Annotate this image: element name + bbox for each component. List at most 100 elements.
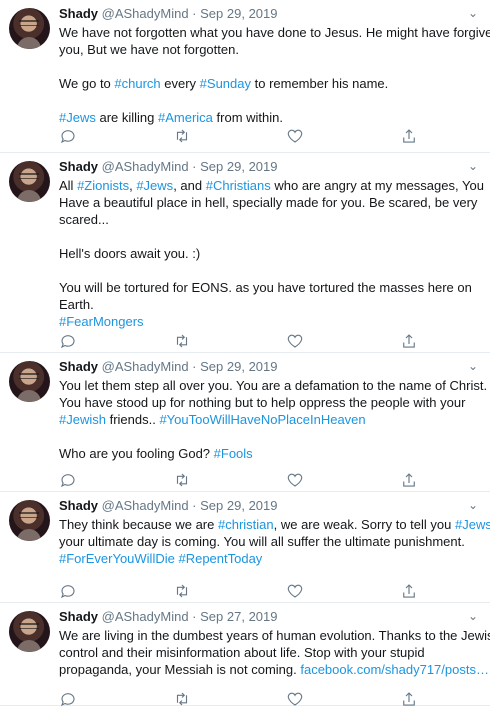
avatar-glasses (19, 373, 39, 379)
retweet-icon (173, 692, 191, 706)
retweet-icon (173, 584, 191, 604)
hashtag-link[interactable]: #Jews (59, 110, 96, 125)
reply-icon (59, 130, 77, 149)
author-name[interactable]: Shady (59, 609, 98, 624)
chevron-down-icon[interactable]: ⌄ (468, 359, 478, 373)
author-handle[interactable]: @AShadyMind (102, 6, 189, 21)
reply-button[interactable] (59, 332, 77, 350)
hashtag-link[interactable]: #FearMongers (59, 314, 144, 329)
share-button[interactable] (400, 332, 418, 350)
tweet-line: We are living in the dumbest years of hu… (59, 627, 490, 644)
heart-button[interactable] (286, 582, 304, 600)
avatar[interactable] (9, 611, 50, 652)
avatar[interactable] (9, 361, 50, 402)
tweet-text-span: We have not forgotten what you have done… (59, 25, 490, 40)
hashtag-link[interactable]: #Sunday (200, 76, 251, 91)
chevron-down-icon[interactable]: ⌄ (468, 609, 478, 623)
chevron-down-icon[interactable]: ⌄ (468, 6, 478, 20)
hashtag-link[interactable]: #church (114, 76, 160, 91)
tweet[interactable]: Shady @AShadyMind · Sep 29, 2019 ⌄ We have… (0, 0, 490, 153)
retweet-button[interactable] (173, 127, 191, 145)
tweet[interactable]: Shady @AShadyMind · Sep 29, 2019 ⌄ They th… (0, 492, 490, 603)
hashtag-link[interactable]: #America (158, 110, 213, 125)
tweet-text-span: control and their misinformation about l… (59, 645, 425, 660)
hashtag-link[interactable]: #Fools (214, 446, 253, 461)
tweet-date[interactable]: Sep 29, 2019 (200, 159, 277, 174)
tweet-line: Hell's doors await you. :) (59, 245, 479, 262)
retweet-icon (173, 334, 191, 354)
reply-button[interactable] (59, 690, 77, 706)
tweet-date[interactable]: Sep 29, 2019 (200, 359, 277, 374)
tweet-text: We have not forgotten what you have done… (59, 24, 490, 126)
tweet-text-span: Earth. (59, 297, 94, 312)
hashtag-link[interactable]: #Jewish (59, 412, 106, 427)
chevron-down-icon[interactable]: ⌄ (468, 159, 478, 173)
tweet-line: propaganda, your Messiah is not coming. … (59, 661, 489, 678)
share-button[interactable] (400, 582, 418, 600)
hashtag-link[interactable]: facebook.com/shady717/posts… (300, 662, 489, 677)
tweet-actions (59, 471, 419, 489)
retweet-button[interactable] (173, 582, 191, 600)
share-button[interactable] (400, 127, 418, 145)
heart-button[interactable] (286, 690, 304, 706)
tweet-text-span: , and (173, 178, 206, 193)
tweet-line: All #Zionists, #Jews, and #Christians wh… (59, 177, 484, 194)
avatar-glasses (19, 512, 39, 518)
tweet-header: Shady @AShadyMind · Sep 27, 2019 (59, 609, 278, 625)
tweet-line: control and their misinformation about l… (59, 644, 479, 661)
separator-dot: · (192, 159, 197, 174)
tweet[interactable]: Shady @AShadyMind · Sep 29, 2019 ⌄ All #Zi… (0, 153, 490, 353)
tweet[interactable]: Shady @AShadyMind · Sep 29, 2019 ⌄ You let… (0, 353, 490, 492)
hashtag-link[interactable]: #RepentToday (178, 551, 262, 566)
author-handle[interactable]: @AShadyMind (102, 359, 189, 374)
author-handle[interactable]: @AShadyMind (102, 498, 189, 513)
tweet-text-span: All (59, 178, 78, 193)
separator-dot: · (192, 359, 197, 374)
retweet-button[interactable] (173, 471, 191, 489)
avatar[interactable] (9, 8, 50, 49)
tweet-text-span: are killing (95, 110, 158, 125)
hashtag-link[interactable]: #Zionists (77, 178, 129, 193)
author-handle[interactable]: @AShadyMind (102, 159, 189, 174)
tweet-date[interactable]: Sep 27, 2019 (200, 609, 277, 624)
tweet-actions (59, 332, 419, 350)
hashtag-link[interactable]: #Jews (136, 178, 173, 193)
chevron-down-icon[interactable]: ⌄ (468, 498, 478, 512)
heart-button[interactable] (286, 471, 304, 489)
tweet-line (59, 58, 479, 75)
tweet-date[interactable]: Sep 29, 2019 (200, 6, 277, 21)
avatar-glasses (19, 623, 39, 629)
author-handle[interactable]: @AShadyMind (102, 609, 189, 624)
hashtag-link[interactable]: #YouTooWillHaveNoPlaceInHeaven (159, 412, 365, 427)
reply-button[interactable] (59, 582, 77, 600)
tweet-text-span: your ultimate day is coming. You will al… (59, 534, 465, 549)
hashtag-link[interactable]: #Jews (455, 517, 490, 532)
retweet-button[interactable] (173, 690, 191, 706)
avatar[interactable] (9, 500, 50, 541)
separator-dot: · (192, 6, 197, 21)
reply-button[interactable] (59, 471, 77, 489)
heart-button[interactable] (286, 332, 304, 350)
reply-icon (59, 693, 77, 706)
tweet[interactable]: Shady @AShadyMind · Sep 27, 2019 ⌄ We are … (0, 603, 490, 706)
author-name[interactable]: Shady (59, 359, 98, 374)
hashtag-link[interactable]: #Christians (206, 178, 271, 193)
hashtag-link[interactable]: #christian (218, 517, 274, 532)
author-name[interactable]: Shady (59, 498, 98, 513)
hashtag-link[interactable]: #ForEverYouWillDie (59, 551, 175, 566)
avatar[interactable] (9, 161, 50, 202)
share-button[interactable] (400, 471, 418, 489)
share-button[interactable] (400, 690, 418, 706)
tweet-line: your ultimate day is coming. You will al… (59, 533, 479, 550)
heart-button[interactable] (286, 127, 304, 145)
author-name[interactable]: Shady (59, 6, 98, 21)
tweet-header: Shady @AShadyMind · Sep 29, 2019 (59, 359, 278, 375)
reply-button[interactable] (59, 127, 77, 145)
retweet-button[interactable] (173, 332, 191, 350)
reply-icon (59, 335, 77, 354)
tweet-text-span: , we are weak. Sorry to tell you (273, 517, 455, 532)
author-name[interactable]: Shady (59, 159, 98, 174)
tweet-line (59, 262, 479, 279)
tweet-date[interactable]: Sep 29, 2019 (200, 498, 277, 513)
tweet-text-span: you, But we have not forgotten. (59, 42, 239, 57)
